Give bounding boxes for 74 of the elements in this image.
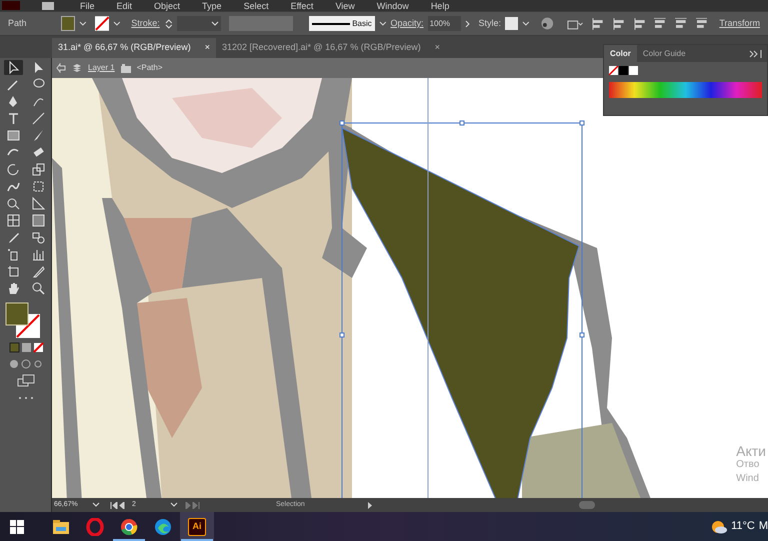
chevron-icon[interactable] (464, 20, 470, 28)
screen-mode-icon[interactable] (16, 374, 36, 388)
menu-item[interactable]: View (335, 0, 355, 10)
app-logo-icon (2, 1, 20, 10)
spinner-icon[interactable] (164, 18, 174, 30)
stroke-weight-field[interactable] (177, 16, 222, 31)
menu-item[interactable]: Help (430, 0, 450, 10)
menu-item[interactable]: Effect (290, 0, 314, 10)
tab-title: 31202 [Recovered].ai* @ 16,67 % (RGB/Preview) (222, 41, 421, 54)
play-icon[interactable] (367, 502, 373, 508)
graphic-style-swatch[interactable] (505, 17, 518, 30)
caret-icon[interactable] (170, 502, 178, 508)
fill-swatch[interactable] (60, 16, 76, 31)
align-center-icon[interactable] (613, 18, 625, 30)
recolor-icon[interactable] (541, 17, 554, 30)
basic-swatches-icon[interactable] (609, 66, 639, 76)
edge-logo-icon[interactable] (154, 518, 172, 536)
panel-tab[interactable]: Color Guide (636, 45, 692, 62)
activation-notice-text: Wind (736, 472, 760, 486)
brush-name: Basic (352, 18, 372, 30)
path-breadcrumb[interactable]: <Path> (136, 62, 162, 74)
style-label: Style: (478, 16, 502, 30)
variable-width-field[interactable] (229, 16, 294, 31)
menu-item[interactable]: Type (202, 0, 222, 10)
opera-logo-icon[interactable] (86, 518, 104, 536)
selection-bounding-box[interactable] (340, 120, 584, 498)
selection-tool-icon[interactable] (4, 60, 22, 75)
folder-icon[interactable] (52, 518, 70, 536)
align-top-icon[interactable] (654, 18, 666, 30)
layer-link[interactable]: Layer 1 (88, 62, 115, 74)
group-icon (120, 64, 131, 72)
chrome-logo-icon[interactable] (120, 518, 138, 536)
panel-tab[interactable]: Color (604, 45, 637, 62)
caret-icon[interactable] (79, 20, 87, 26)
scrollbar-thumb[interactable] (579, 501, 595, 509)
activation-notice-text: Отво (736, 458, 760, 472)
caret-icon[interactable] (92, 502, 100, 508)
close-icon[interactable]: × (434, 41, 440, 55)
back-arrow-icon[interactable] (56, 63, 66, 73)
caret-icon[interactable] (522, 20, 530, 26)
illustrator-app-icon[interactable]: Ai (188, 518, 206, 536)
temperature-text: 11°C (731, 519, 755, 534)
document-setup-icon[interactable] (566, 18, 584, 30)
menu-item[interactable]: Edit (116, 0, 132, 10)
selection-type-label: Path (8, 16, 28, 30)
menu-item[interactable]: Window (376, 0, 409, 10)
align-middle-icon[interactable] (675, 18, 687, 30)
brush-definition-field[interactable]: Basic (309, 16, 375, 31)
home-icon[interactable] (42, 2, 54, 10)
document-tab[interactable]: 31.ai* @ 66,67 % (RGB/Preview) × (52, 38, 216, 58)
align-bottom-icon[interactable] (696, 18, 708, 30)
menu-item[interactable]: Select (244, 0, 269, 10)
align-right-icon[interactable] (634, 18, 646, 30)
opacity-label[interactable]: Opacity: (390, 16, 424, 30)
windows-start-icon[interactable] (10, 520, 24, 534)
caret-icon[interactable] (113, 20, 122, 26)
align-left-icon[interactable] (592, 18, 604, 30)
caret-icon[interactable] (211, 20, 220, 26)
color-spectrum[interactable] (609, 82, 762, 98)
more-icon[interactable] (18, 396, 34, 400)
close-icon[interactable]: × (204, 41, 210, 55)
caret-icon[interactable] (378, 20, 387, 26)
tray-text: M (758, 519, 768, 534)
weather-icon (711, 520, 728, 534)
menu-item[interactable]: File (80, 0, 95, 10)
previous-artboard-icon[interactable] (110, 502, 126, 508)
menu-item[interactable]: Object (154, 0, 180, 10)
stroke-label[interactable]: Stroke: (131, 16, 160, 30)
layers-icon (72, 63, 82, 73)
tab-title: 31.ai* @ 66,67 % (RGB/Preview) (58, 41, 191, 54)
stroke-swatch-icon[interactable] (94, 16, 110, 31)
activation-notice-text: Акти (736, 444, 766, 458)
transform-link[interactable]: Transform (719, 16, 760, 30)
opacity-field[interactable]: 100% (428, 16, 461, 31)
